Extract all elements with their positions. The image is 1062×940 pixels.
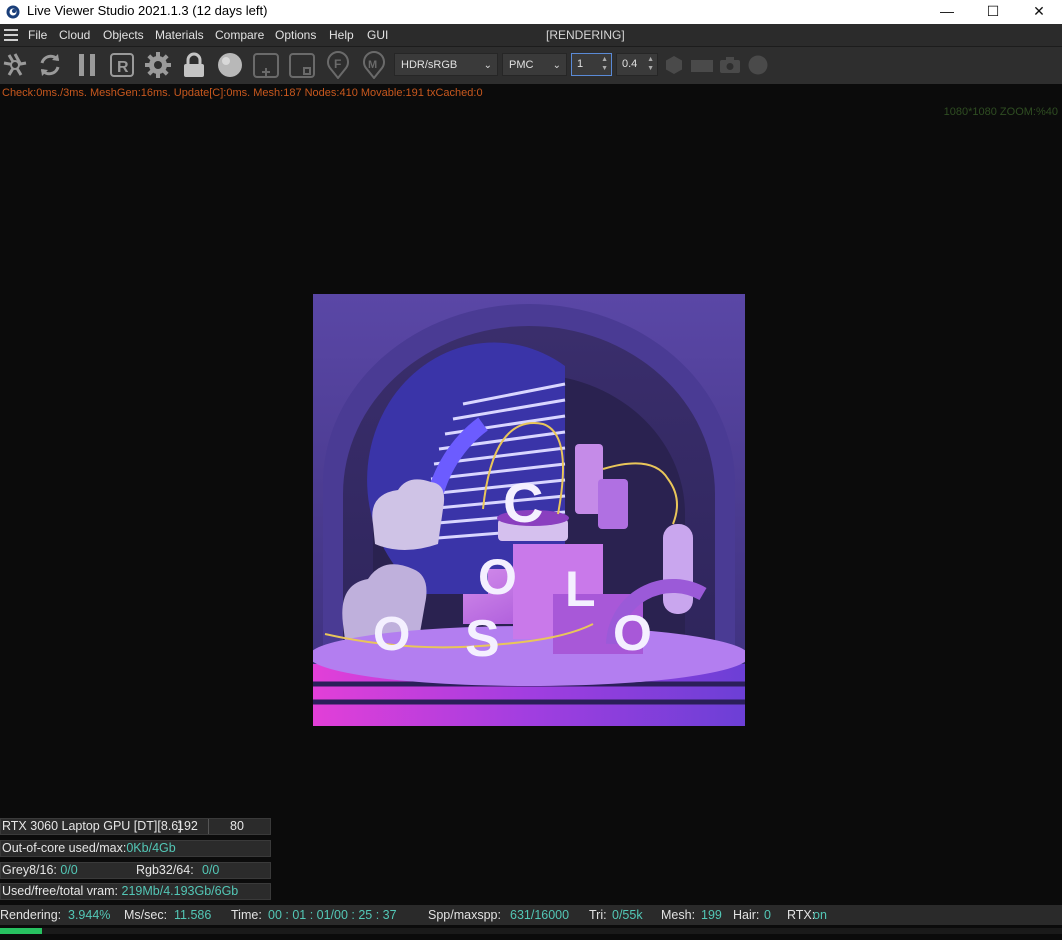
close-button[interactable]: ✕ <box>1016 0 1062 24</box>
rtx-label: RTX: <box>787 908 816 922</box>
vram-row: Used/free/total vram: 219Mb/4.193Gb/6Gb <box>0 883 271 900</box>
menu-objects[interactable]: Objects <box>103 28 144 42</box>
render-viewport[interactable]: C O L O S O <box>313 294 745 726</box>
vram-value: 219Mb/4.193Gb/6Gb <box>121 884 239 898</box>
m-pin-icon[interactable]: M <box>360 51 388 80</box>
aperture-icon[interactable] <box>1 51 29 79</box>
kernel-value: PMC <box>509 59 534 71</box>
time-label: Time: <box>231 908 262 922</box>
spin-input-1-value: 1 <box>577 58 584 70</box>
gpu-temp-value: 80 <box>230 819 244 833</box>
render-state-label: [RENDERING] <box>546 28 625 42</box>
refresh-icon[interactable] <box>36 51 64 79</box>
chevron-down-icon: ⌄ <box>552 60 561 71</box>
gear-icon[interactable] <box>144 51 172 79</box>
spin-arrows-icon[interactable]: ▲ ▼ <box>601 55 608 73</box>
rtx-value: on <box>813 908 827 922</box>
rectangle-icon[interactable] <box>691 60 713 72</box>
texture-count-row: Grey8/16: 0/0 Rgb32/64: 0/0 <box>0 862 271 879</box>
spin-input-2-value: 0.4 <box>622 58 638 70</box>
menu-compare[interactable]: Compare <box>215 28 264 42</box>
ooc-label: Out-of-core used/max: <box>2 841 127 855</box>
ooc-value: 0Kb/4Gb <box>126 841 176 855</box>
menu-help[interactable]: Help <box>329 28 354 42</box>
hamburger-menu-icon[interactable] <box>4 29 18 41</box>
sphere-icon[interactable] <box>216 51 244 79</box>
hair-value: 0 <box>764 908 771 922</box>
render-letter-l: L <box>565 561 596 617</box>
gpu-info-row: RTX 3060 Laptop GPU [DT][8.6] 192 80 <box>0 818 271 835</box>
lock-icon[interactable] <box>180 51 208 79</box>
spin-input-2[interactable]: 0.4 ▲ ▼ <box>616 53 658 76</box>
focus-region-icon[interactable] <box>288 51 316 79</box>
svg-text:F: F <box>334 57 341 71</box>
svg-text:R: R <box>117 59 129 76</box>
grey-value: 0/0 <box>60 863 78 877</box>
render-letter-o3: O <box>613 605 652 661</box>
rgb-label: Rgb32/64: <box>136 863 194 877</box>
tri-value: 0/55k <box>612 908 643 922</box>
menu-options[interactable]: Options <box>275 28 316 42</box>
hair-label: Hair: <box>733 908 760 922</box>
colorspace-select[interactable]: HDR/sRGB ⌄ <box>394 53 498 76</box>
render-letter-o1: O <box>478 549 517 605</box>
camera-icon[interactable] <box>719 56 741 74</box>
svg-text:M: M <box>368 59 377 71</box>
mesh-value: 199 <box>701 908 722 922</box>
tri-label: Tri: <box>589 908 607 922</box>
r-icon[interactable]: R <box>108 51 136 79</box>
minimize-button[interactable]: — <box>924 0 970 24</box>
spin-arrows-icon[interactable]: ▲ ▼ <box>647 55 654 73</box>
rendered-scene: C O L O S O <box>313 294 745 726</box>
spp-label: Spp/maxspp: <box>428 908 501 922</box>
toolbar: R F M HDR/sRGB ⌄ PMC ⌄ 1 ▲ ▼ 0.4 ▲ ▼ <box>0 47 1062 84</box>
spp-value: 631/16000 <box>510 908 570 922</box>
gpu-label: RTX 3060 Laptop GPU [DT][8.6] <box>2 819 182 833</box>
render-letter-o2: O <box>373 608 410 661</box>
vram-label: Used/free/total vram: <box>2 884 119 898</box>
app-logo-icon <box>6 5 20 19</box>
ms-sec-value: 11.586 <box>174 908 212 922</box>
menu-gui[interactable]: GUI <box>367 28 388 42</box>
render-letter-c: C <box>503 471 543 534</box>
pause-icon[interactable] <box>73 51 101 79</box>
spin-input-1[interactable]: 1 ▲ ▼ <box>571 53 612 76</box>
title-bar: Live Viewer Studio 2021.1.3 (12 days lef… <box>0 0 1062 24</box>
menu-bar: File Cloud Objects Materials Compare Opt… <box>0 24 1062 47</box>
f-pin-icon[interactable]: F <box>324 51 352 80</box>
menu-file[interactable]: File <box>28 28 47 42</box>
ms-sec-label: Ms/sec: <box>124 908 168 922</box>
time-value: 00 : 01 : 01/00 : 25 : 37 <box>268 908 397 922</box>
grey-label: Grey8/16: <box>2 863 57 877</box>
render-letter-s: S <box>465 610 500 668</box>
rendering-label: Rendering: <box>0 908 62 922</box>
rendering-value: 3.944% <box>68 908 111 922</box>
rgb-value: 0/0 <box>202 863 220 877</box>
divider <box>208 819 209 834</box>
mesh-label: Mesh: <box>661 908 696 922</box>
zoom-info: 1080*1080 ZOOM:%40 <box>943 106 1058 118</box>
circle-icon[interactable] <box>748 55 768 75</box>
status-bar: Rendering: 3.944% Ms/sec: 11.586 Time: 0… <box>0 905 1062 925</box>
render-progress-bar <box>0 928 1062 934</box>
menu-cloud[interactable]: Cloud <box>59 28 90 42</box>
gpu-mem-value: 192 <box>177 819 198 833</box>
maximize-button[interactable]: ☐ <box>970 0 1016 24</box>
out-of-core-row: Out-of-core used/max:0Kb/4Gb <box>0 840 271 857</box>
colorspace-value: HDR/sRGB <box>401 59 458 71</box>
add-region-icon[interactable] <box>252 51 280 79</box>
chevron-down-icon: ⌄ <box>483 60 492 71</box>
window-title: Live Viewer Studio 2021.1.3 (12 days lef… <box>27 3 268 18</box>
kernel-select[interactable]: PMC ⌄ <box>502 53 567 76</box>
stats-line: Check:0ms./3ms. MeshGen:16ms. Update[C]:… <box>2 87 483 99</box>
hexagon-icon[interactable] <box>664 55 684 75</box>
render-progress-fill <box>0 928 42 934</box>
menu-materials[interactable]: Materials <box>155 28 204 42</box>
